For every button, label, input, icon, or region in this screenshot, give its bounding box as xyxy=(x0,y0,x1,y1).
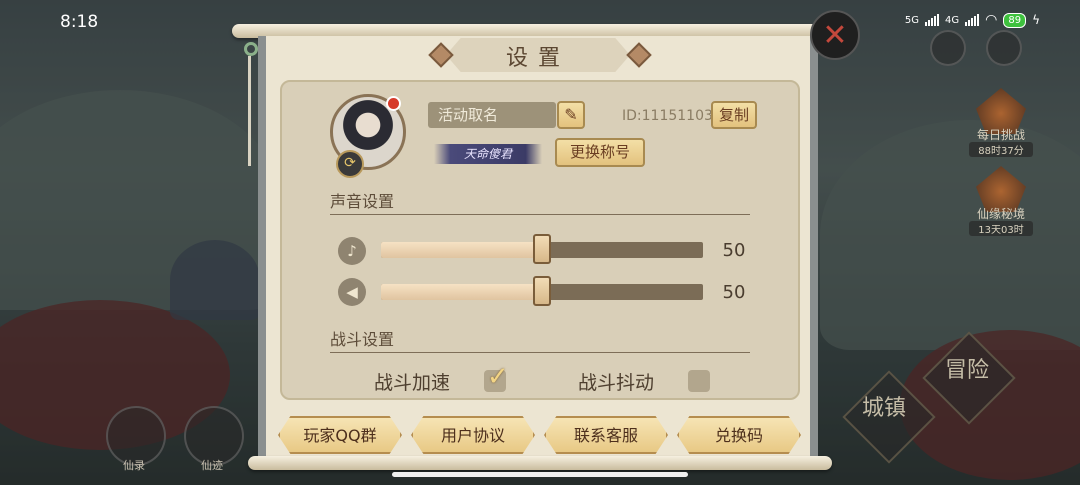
qq-group-button[interactable]: 玩家QQ群 xyxy=(278,416,402,454)
gear-icon[interactable] xyxy=(986,30,1022,66)
battery-icon: 89 xyxy=(1003,12,1027,28)
scroll-tassel-string xyxy=(248,56,251,166)
sfx-volume-value: 50 xyxy=(722,282,746,303)
trace-label: 仙迹 xyxy=(201,459,223,472)
section-divider xyxy=(330,214,750,215)
brush-icon: ✎ xyxy=(564,105,578,124)
slider-fill xyxy=(381,284,542,300)
player-title-badge: 天命傻君 xyxy=(434,144,542,164)
section-divider xyxy=(330,352,750,353)
sim1-label: 5G xyxy=(904,14,919,26)
checkmark-icon: ✓ xyxy=(487,362,509,392)
event-timer: 13天03时 xyxy=(969,221,1033,236)
close-icon: ✕ xyxy=(822,17,848,53)
mail-icon[interactable] xyxy=(930,30,966,66)
town-label: 城镇 xyxy=(862,396,907,421)
battle-speedup-checkbox[interactable]: ✓ xyxy=(484,362,509,392)
battle-shake-label: 战斗抖动 xyxy=(578,372,655,394)
speaker-icon: ◀ xyxy=(338,278,366,306)
contact-support-button[interactable]: 联系客服 xyxy=(544,416,668,454)
sfx-volume-slider[interactable] xyxy=(381,276,703,306)
dialog-title: 设置 xyxy=(505,46,570,71)
charging-icon: ϟ xyxy=(1032,13,1040,27)
battle-shake-checkbox[interactable]: ✓ xyxy=(688,370,710,392)
copy-id-button[interactable]: 复制 xyxy=(711,101,757,129)
status-icons: 5G 4G ◠ 89 ϟ xyxy=(905,12,1040,28)
name-field[interactable]: 活动取名 xyxy=(428,102,556,128)
music-volume-value: 50 xyxy=(722,240,746,261)
notification-dot xyxy=(386,96,401,111)
battle-speedup-label: 战斗加速 xyxy=(374,372,451,394)
battle-section-label: 战斗设置 xyxy=(330,330,395,349)
event-timer: 88时37分 xyxy=(969,142,1033,157)
sim2-label: 4G xyxy=(945,14,960,26)
swap-avatar-icon[interactable]: ⟳ xyxy=(336,150,364,178)
record-label: 仙录 xyxy=(123,459,145,472)
wifi-icon: ◠ xyxy=(985,12,998,28)
scroll-tassel xyxy=(244,42,258,56)
redeem-code-button[interactable]: 兑换码 xyxy=(677,416,801,454)
event-label: 仙缘秘境 xyxy=(976,207,1025,221)
player-id: ID:11151103 xyxy=(622,108,713,124)
change-title-button[interactable]: 更换称号 xyxy=(555,138,645,167)
signal-icon xyxy=(965,14,980,26)
close-button[interactable]: ✕ xyxy=(810,10,860,60)
edit-name-button[interactable]: ✎ xyxy=(557,101,585,129)
slider-fill xyxy=(381,242,542,258)
music-note-icon: ♪ xyxy=(338,237,366,265)
scroll-bottom-rod xyxy=(248,456,832,470)
adventure-label: 冒险 xyxy=(945,358,990,383)
slider-handle[interactable] xyxy=(533,276,551,306)
event-label: 每日挑战 xyxy=(976,128,1025,142)
music-volume-slider[interactable] xyxy=(381,234,703,264)
home-indicator[interactable] xyxy=(392,472,688,477)
slider-handle[interactable] xyxy=(533,234,551,264)
signal-icon xyxy=(925,14,939,26)
status-time: 8:18 xyxy=(60,12,99,32)
sound-section-label: 声音设置 xyxy=(330,192,395,211)
user-agreement-button[interactable]: 用户协议 xyxy=(411,416,535,454)
